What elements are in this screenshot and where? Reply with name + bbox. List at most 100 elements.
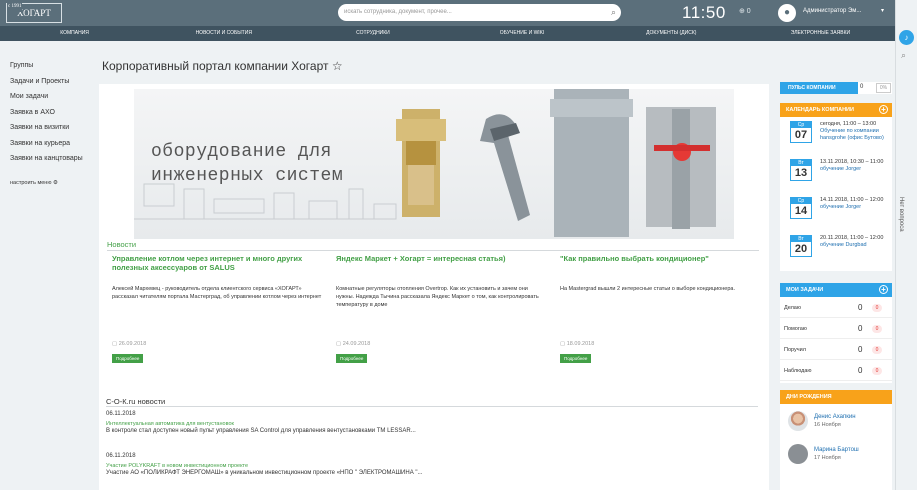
main-nav: КОМПАНИЯ НОВОСТИ И СОБЫТИЯ СОТРУДНИКИ ОБ…: [0, 26, 895, 41]
event-date-box: Вт 20: [790, 235, 812, 257]
company-calendar-widget: КАЛЕНДАРЬ КОМПАНИИ + Ср 07 сегодня, 11:00…: [780, 103, 892, 271]
bell-icon[interactable]: ♪: [899, 30, 914, 45]
page-title-text: Корпоративный портал компании Хогарт: [102, 59, 329, 73]
event-title[interactable]: обучение Durgbad: [820, 242, 867, 248]
avatar[interactable]: [788, 411, 808, 431]
main-content: оборудование для инженерных систем Новос…: [99, 84, 769, 490]
news-date: ▢ 24.09.2018: [336, 341, 546, 347]
event-info: 13.11.2018, 10:30 – 11:00 обучение Jorger: [820, 159, 892, 173]
search-icon[interactable]: ⌕: [611, 7, 616, 18]
banner-line-2: инженерных систем: [151, 166, 344, 186]
news-heading[interactable]: Новости: [107, 240, 136, 249]
birthdays-widget: ДНИ РОЖДЕНИЯ Денис Ахапкин 16 Ноября Мар…: [780, 390, 892, 490]
sidebar-item-courier[interactable]: Заявки на курьера: [10, 140, 95, 156]
configure-menu-link[interactable]: настроить меню ⚙: [10, 180, 58, 186]
nav-requests[interactable]: ЭЛЕКТРОННЫЕ ЗАЯВКИ: [746, 26, 895, 41]
cok-news-heading[interactable]: С-О-К.ru новости: [106, 397, 165, 406]
sidebar-item-aho[interactable]: Заявка в АХО: [10, 109, 95, 125]
task-row[interactable]: Делаю 0 0: [780, 297, 892, 318]
sidebar-item-business-cards[interactable]: Заявки на визитки: [10, 124, 95, 140]
nav-employees[interactable]: СОТРУДНИКИ: [298, 26, 447, 41]
cok-news-text: Участие АО «ПОЛИКРАФТ ЭНЕРГОМАШ» в уника…: [106, 470, 423, 476]
clock: 11:50: [682, 3, 726, 22]
search-placeholder: искать сотрудника, документ, прочее...: [344, 9, 452, 15]
task-count: 0: [858, 303, 863, 312]
pulse-label: ПУЛЬС КОМПАНИИ: [780, 82, 858, 94]
user-menu-chevron-icon[interactable]: ▾: [881, 7, 884, 14]
event-date-box: Ср 14: [790, 197, 812, 219]
news-more-button[interactable]: Подробнее: [112, 354, 144, 363]
add-event-icon[interactable]: +: [879, 105, 888, 114]
cok-news-item: 06.11.2018 Интеллектуальная автоматика д…: [106, 411, 706, 434]
event-title[interactable]: обучение Jorger: [820, 204, 861, 210]
my-tasks-widget: МОИ ЗАДАЧИ + Делаю 0 0 Помогаю 0 0 Поруч…: [780, 283, 892, 383]
cok-news-link[interactable]: Интеллектуальная автоматика для вентуста…: [106, 421, 706, 427]
sidebar-item-tasks-projects[interactable]: Задачи и Проекты: [10, 78, 95, 94]
calendar-header: КАЛЕНДАРЬ КОМПАНИИ +: [780, 103, 892, 117]
page-title: Корпоративный портал компании Хогарт ☆: [102, 59, 343, 73]
news-title[interactable]: Управление котлом через интернет и много…: [112, 254, 322, 282]
cok-news-date: 06.11.2018: [106, 453, 136, 459]
event-info: 20.11.2018, 11:00 – 12:00 обучение Durgba…: [820, 235, 892, 249]
user-avatar-icon[interactable]: ●: [778, 4, 796, 22]
company-pulse-widget[interactable]: ПУЛЬС КОМПАНИИ 0 0%: [780, 82, 892, 94]
promo-banner[interactable]: оборудование для инженерных систем: [134, 89, 734, 239]
user-name[interactable]: Администратор Эм...: [803, 8, 861, 14]
calendar-event[interactable]: Вт 13 13.11.2018, 10:30 – 11:00 обучение J…: [784, 155, 892, 193]
news-more-button[interactable]: Подробнее: [560, 354, 592, 363]
task-row[interactable]: Поручил 0 0: [780, 339, 892, 360]
nav-learning[interactable]: ОБУЧЕНИЕ И WIKI: [448, 26, 597, 41]
event-info: 14.11.2018, 11:00 – 12:00 обучение Jorger: [820, 197, 892, 211]
calendar-icon: ▢: [336, 341, 343, 347]
logo-tag: с 1991: [7, 2, 23, 12]
add-task-icon[interactable]: +: [879, 285, 888, 294]
sidebar-item-groups[interactable]: Группы: [10, 62, 95, 78]
person-name[interactable]: Марина Бартош: [814, 447, 859, 453]
event-day: 14: [794, 205, 808, 217]
event-title[interactable]: Обучение по компании hansgrohe (офис Бут…: [820, 128, 884, 141]
task-row[interactable]: Наблюдаю 0 0: [780, 360, 892, 381]
news-date: ▢ 18.09.2018: [560, 341, 770, 347]
task-badge: 0: [872, 346, 882, 354]
news-body: Комнатные регуляторы отопления Overtrop.…: [336, 286, 539, 308]
task-label: Поручил: [784, 347, 806, 353]
calendar-event[interactable]: Ср 07 сегодня, 11:00 – 13:00 Обучение по к…: [784, 117, 892, 155]
event-day: 13: [794, 167, 808, 179]
news-date: ▢ 26.09.2018: [112, 341, 322, 347]
birthdays-title: ДНИ РОЖДЕНИЯ: [786, 394, 832, 400]
cok-news-link[interactable]: Участие POLYKRAFT в новом инвестиционном…: [106, 463, 706, 469]
birthday-person[interactable]: Марина Бартош 17 Ноября: [780, 437, 892, 470]
news-title[interactable]: Яндекс Маркет + Хогарт = интересная стат…: [336, 254, 546, 282]
company-logo[interactable]: с 1991 ХОГАРТ: [6, 2, 62, 23]
task-count: 0: [858, 366, 863, 375]
task-row[interactable]: Помогаю 0 0: [780, 318, 892, 339]
news-more-button[interactable]: Подробнее: [336, 354, 368, 363]
rail-search-icon[interactable]: ⌕: [901, 50, 906, 61]
nav-news[interactable]: НОВОСТИ И СОБЫТИЯ: [149, 26, 298, 41]
event-day: 20: [794, 243, 808, 255]
task-badge: 0: [872, 304, 882, 312]
news-date-text: 24.09.2018: [342, 341, 371, 347]
search-input[interactable]: искать сотрудника, документ, прочее... ⌕: [338, 4, 621, 21]
calendar-event[interactable]: Вт 20 20.11.2018, 11:00 – 12:00 обучение D…: [784, 231, 892, 269]
avatar[interactable]: [788, 444, 808, 464]
event-title[interactable]: обучение Jorger: [820, 166, 861, 172]
sidebar: Группы Задачи и Проекты Мои задачи Заявк…: [10, 62, 95, 171]
sidebar-item-my-tasks[interactable]: Мои задачи: [10, 93, 95, 109]
person-name[interactable]: Денис Ахапкин: [814, 414, 856, 420]
favorite-star-icon[interactable]: ☆: [332, 59, 343, 73]
calendar-event[interactable]: Ср 14 14.11.2018, 11:00 – 12:00 обучение J…: [784, 193, 892, 231]
right-rail: ♪ ⌕ Нет вопроса: [895, 0, 917, 490]
tasks-title: МОИ ЗАДАЧИ: [786, 287, 824, 293]
birthdays-header: ДНИ РОЖДЕНИЯ: [780, 390, 892, 404]
news-title[interactable]: "Как правильно выбрать кондиционер": [560, 254, 770, 282]
event-day: 07: [794, 129, 808, 141]
rail-label[interactable]: Нет вопроса: [898, 197, 904, 232]
sidebar-item-stationery[interactable]: Заявки на канцтовары: [10, 155, 95, 171]
news-item: Управление котлом через интернет и много…: [112, 254, 322, 365]
clock-extra[interactable]: ⊕ 0: [739, 7, 751, 15]
birthday-person[interactable]: Денис Ахапкин 16 Ноября: [780, 404, 892, 437]
event-date-box: Ср 07: [790, 121, 812, 143]
nav-documents[interactable]: ДОКУМЕНТЫ (ДИСК): [597, 26, 746, 41]
nav-company[interactable]: КОМПАНИЯ: [0, 26, 149, 41]
